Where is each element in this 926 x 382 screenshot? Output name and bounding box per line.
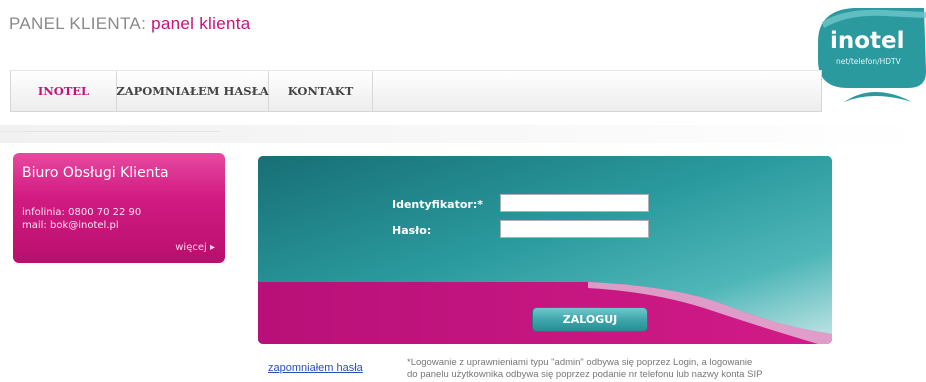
chevron-right-icon: ▸	[209, 242, 215, 253]
logo-text: inotel	[830, 28, 905, 54]
login-note-line-2: do panelu użytkownika odbywa się poprzez…	[407, 368, 763, 380]
login-note-line-1: *Logowanie z uprawnieniami typu "admin" …	[407, 357, 753, 368]
page-title-prefix: PANEL KLIENTA:	[9, 14, 147, 33]
login-note: *Logowanie z uprawnieniami typu "admin" …	[407, 357, 762, 380]
divider-line	[0, 131, 220, 132]
section-divider	[0, 125, 926, 143]
login-button[interactable]: ZALOGUJ	[532, 307, 648, 332]
nav-item-contact[interactable]: KONTAKT	[269, 71, 373, 111]
page-title-accent: panel klienta	[151, 14, 251, 33]
login-panel: Identyfikator:* Hasło: ZALOGUJ	[258, 156, 832, 344]
password-input[interactable]	[500, 220, 649, 238]
hotline-text: infolinia: 0800 70 22 90	[22, 207, 142, 218]
identifier-input[interactable]	[500, 194, 649, 212]
nav-item-forgot-password[interactable]: ZAPOMNIAŁEM HASŁA	[116, 71, 269, 111]
identifier-label: Identyfikator:*	[392, 198, 483, 211]
inotel-logo[interactable]: inotel net/telefon/HDTV	[814, 2, 926, 114]
page-title: PANEL KLIENTA: panel klienta	[9, 14, 251, 34]
main-nav: INOTEL ZAPOMNIAŁEM HASŁA KONTAKT	[10, 70, 822, 112]
email-text: mail: bok@inotel.pl	[22, 220, 119, 231]
nav-item-inotel[interactable]: INOTEL	[11, 71, 117, 111]
logo-graphic: inotel net/telefon/HDTV	[818, 8, 926, 102]
more-link[interactable]: więcej ▸	[175, 242, 215, 253]
customer-service-title: Biuro Obsługi Klienta	[22, 165, 169, 181]
more-link-label: więcej	[175, 242, 207, 253]
forgot-password-link[interactable]: zapomniałem hasła	[268, 362, 363, 374]
logo-tagline: net/telefon/HDTV	[836, 57, 902, 66]
password-label: Hasło:	[392, 224, 432, 237]
customer-service-box: Biuro Obsługi Klienta infolinia: 0800 70…	[13, 153, 225, 263]
